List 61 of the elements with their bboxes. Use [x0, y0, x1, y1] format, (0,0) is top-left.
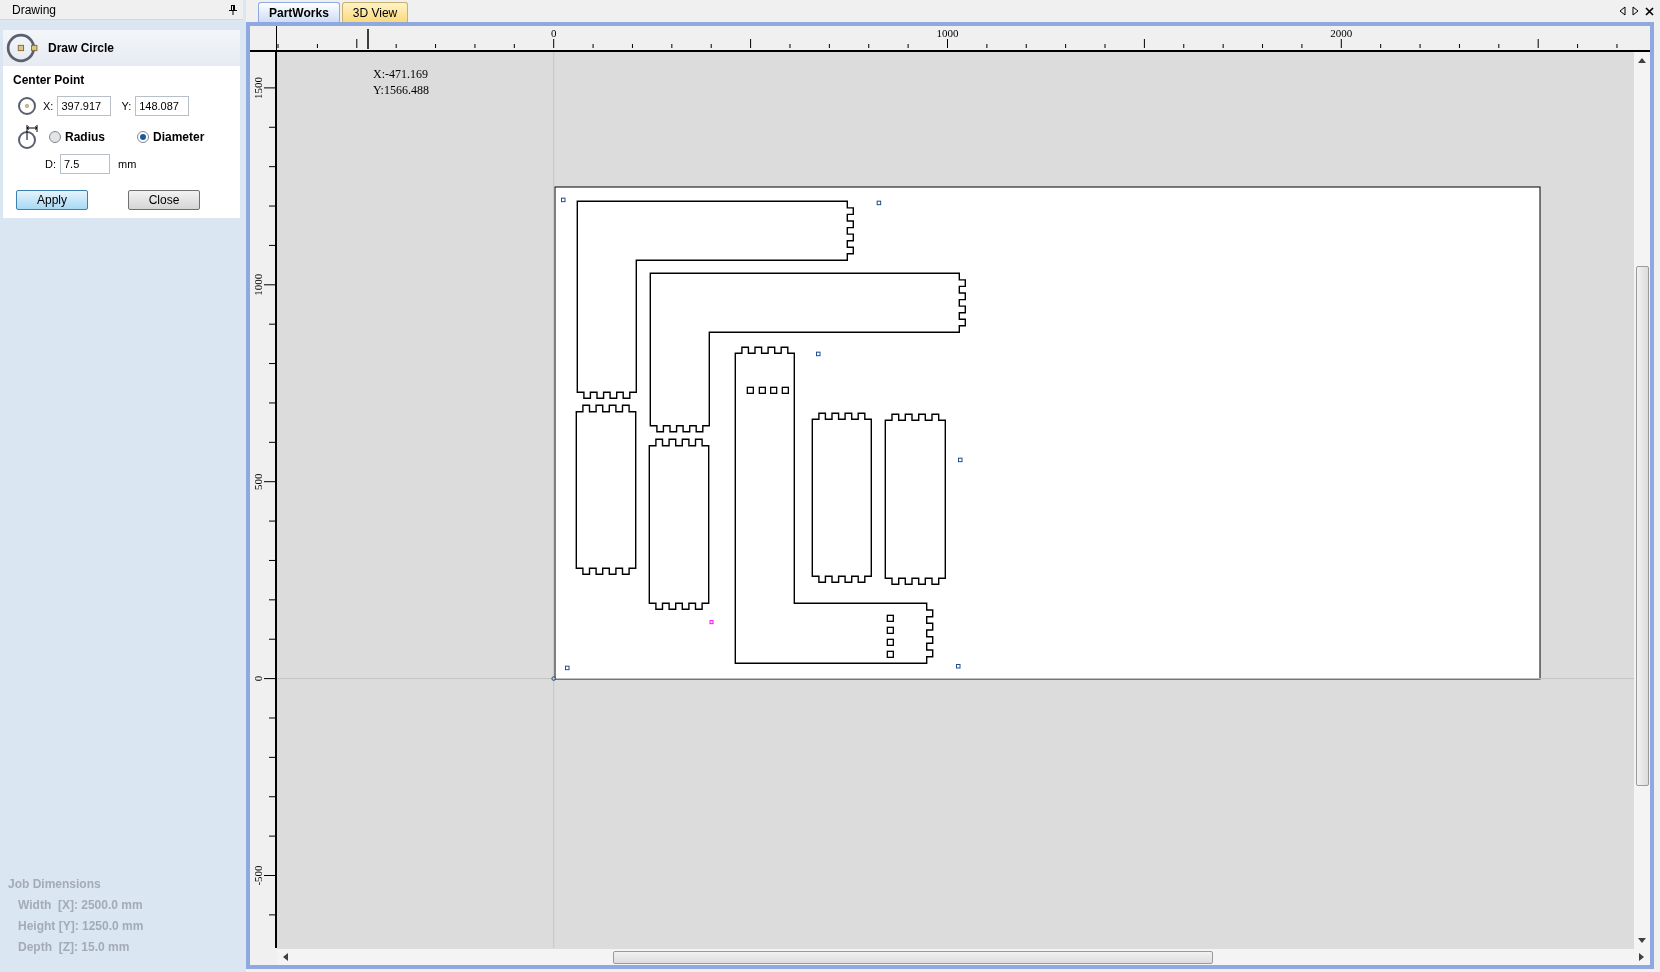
dialog-button[interactable]: Apply	[16, 190, 88, 210]
scrollbar-thumb[interactable]	[613, 950, 1213, 964]
part-outline[interactable]	[649, 272, 966, 433]
scroll-left-icon[interactable]	[1619, 6, 1626, 16]
node-marker	[561, 197, 566, 203]
view-tab[interactable]: 3D View	[341, 2, 409, 22]
scrollbar-thumb[interactable]	[1635, 266, 1649, 786]
x-input[interactable]: 397.917	[57, 96, 112, 116]
job-dimensions-heading: Job Dimensions	[8, 876, 101, 893]
vertical-scrollbar[interactable]	[1634, 52, 1650, 949]
cursor-coordinates: X:-471.169	[373, 66, 429, 82]
tool-title: Draw Circle	[48, 40, 115, 57]
part-outline[interactable]	[884, 413, 946, 585]
pin-icon[interactable]	[229, 4, 237, 15]
ruler-label: 0	[550, 27, 557, 39]
node-marker	[958, 457, 963, 463]
node-marker	[709, 620, 714, 625]
node-marker	[565, 665, 570, 671]
part-outline[interactable]	[734, 346, 934, 664]
view-tab[interactable]: PartWorks	[258, 2, 340, 22]
ruler-label: 500	[252, 473, 264, 490]
panel-title: Drawing	[12, 1, 56, 19]
job-dimension-line: Height [Y]: 1250.0 mm	[18, 918, 144, 935]
size-label: D:	[45, 156, 56, 172]
circle-tool-icon	[6, 32, 38, 64]
x-label: X:	[43, 98, 54, 114]
node-marker	[816, 351, 821, 357]
scroll-up-icon[interactable]	[1638, 58, 1646, 63]
ruler-label: 0	[252, 675, 264, 682]
drawing-canvas[interactable]: X:-471.169 Y:1566.488	[277, 52, 1634, 949]
diameter-icon	[17, 124, 39, 150]
size-mode-radio[interactable]: Radius	[49, 128, 105, 146]
close-icon[interactable]	[1645, 6, 1654, 16]
y-label: Y:	[121, 98, 132, 114]
job-dimension-line: Width [X]: 2500.0 mm	[18, 897, 143, 914]
scroll-down-icon[interactable]	[1638, 938, 1646, 943]
dialog-button[interactable]: Close	[128, 190, 200, 210]
scroll-right-icon[interactable]	[1639, 953, 1644, 961]
ruler-label: 2000	[1330, 27, 1353, 39]
scroll-right-icon[interactable]	[1632, 6, 1639, 16]
size-mode-radio[interactable]: Diameter	[137, 128, 205, 146]
horizontal-scrollbar[interactable]	[277, 949, 1650, 965]
section-heading: Center Point	[13, 72, 85, 89]
ruler-label: 1000	[252, 273, 264, 296]
ruler-label: 1500	[252, 76, 264, 99]
center-point-icon	[17, 96, 37, 116]
ruler-label: -500	[252, 865, 264, 886]
node-marker	[876, 200, 882, 206]
scroll-left-icon[interactable]	[283, 953, 288, 961]
part-outline[interactable]	[648, 438, 710, 610]
node-marker	[956, 664, 961, 669]
cursor-coordinates: Y:1566.488	[373, 82, 429, 98]
job-dimension-line: Depth [Z]: 15.0 mm	[18, 939, 130, 956]
part-outline[interactable]	[576, 200, 854, 399]
part-outline[interactable]	[811, 412, 872, 583]
unit-label: mm	[118, 156, 137, 172]
origin-marker	[551, 676, 556, 681]
part-outline[interactable]	[575, 404, 637, 575]
ruler-label: 1000	[936, 27, 959, 39]
size-input[interactable]: 7.5	[60, 154, 110, 174]
y-input[interactable]: 148.087	[135, 96, 190, 116]
